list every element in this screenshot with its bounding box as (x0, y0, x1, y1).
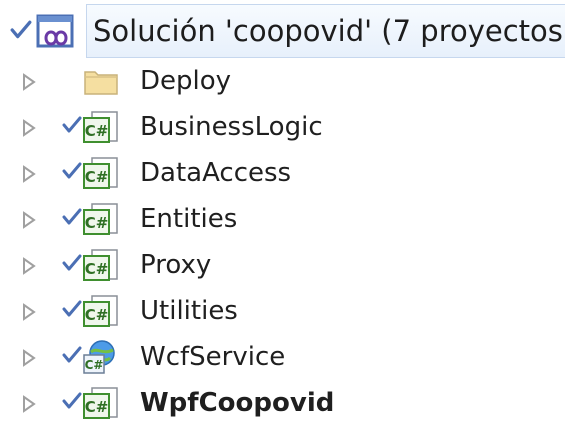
checkmark-icon (62, 254, 82, 271)
solution-icon (36, 14, 74, 48)
tree-item-wpfcoopovid[interactable]: C# WpfCoopovid (0, 380, 565, 425)
tree-item-label: WpfCoopovid (140, 388, 335, 418)
solution-node[interactable]: Solución 'coopovid' (7 proyectos) (0, 0, 565, 64)
tree-item-label: Deploy (140, 66, 232, 96)
checkmark-icon (62, 162, 82, 179)
tree-item-label: Proxy (140, 250, 212, 280)
tree-item-utilities[interactable]: C# Utilities (0, 288, 565, 334)
expand-arrow-icon[interactable] (21, 73, 37, 91)
checkmark-icon (62, 300, 82, 317)
svg-text:C#: C# (85, 398, 109, 416)
svg-text:C#: C# (85, 168, 109, 186)
checkmark-icon (62, 392, 82, 409)
expand-arrow-icon[interactable] (21, 211, 37, 229)
expand-arrow-icon[interactable] (21, 119, 37, 137)
csharp-project-icon: C# (83, 157, 118, 189)
folder-icon (84, 71, 118, 95)
tree-item-businesslogic[interactable]: C# BusinessLogic (0, 104, 565, 150)
tree-item-entities[interactable]: C# Entities (0, 196, 565, 242)
checkmark-icon (10, 20, 32, 39)
svg-text:C#: C# (85, 306, 109, 324)
solution-explorer-tree: Solución 'coopovid' (7 proyectos) Deploy… (0, 0, 565, 425)
solution-label: Solución 'coopovid' (7 proyectos) (86, 4, 565, 58)
tree-item-label: BusinessLogic (140, 112, 323, 142)
wcf-service-project-icon: C# (83, 340, 115, 374)
expand-arrow-icon[interactable] (21, 349, 37, 367)
checkmark-icon (62, 208, 82, 225)
checkmark-icon (62, 346, 82, 363)
csharp-project-icon: C# (83, 111, 118, 143)
csharp-project-icon: C# (83, 295, 118, 327)
tree-item-label: Entities (140, 204, 238, 234)
tree-item-label: WcfService (140, 342, 286, 372)
svg-text:C#: C# (85, 358, 104, 372)
svg-text:C#: C# (85, 260, 109, 278)
tree-item-wcfservice[interactable]: C# WcfService (0, 334, 565, 380)
tree-item-label: Utilities (140, 296, 238, 326)
tree-item-deploy[interactable]: Deploy (0, 58, 565, 104)
svg-text:C#: C# (85, 214, 109, 232)
svg-text:C#: C# (85, 122, 109, 140)
checkmark-icon (62, 116, 82, 133)
expand-arrow-icon[interactable] (21, 303, 37, 321)
tree-item-proxy[interactable]: C# Proxy (0, 242, 565, 288)
expand-arrow-icon[interactable] (21, 257, 37, 275)
csharp-project-icon: C# (83, 249, 118, 281)
expand-arrow-icon[interactable] (21, 165, 37, 183)
tree-item-label: DataAccess (140, 158, 292, 188)
expand-arrow-icon[interactable] (21, 395, 37, 413)
tree-item-dataaccess[interactable]: C# DataAccess (0, 150, 565, 196)
csharp-project-icon: C# (83, 203, 118, 235)
csharp-project-icon: C# (83, 387, 118, 419)
